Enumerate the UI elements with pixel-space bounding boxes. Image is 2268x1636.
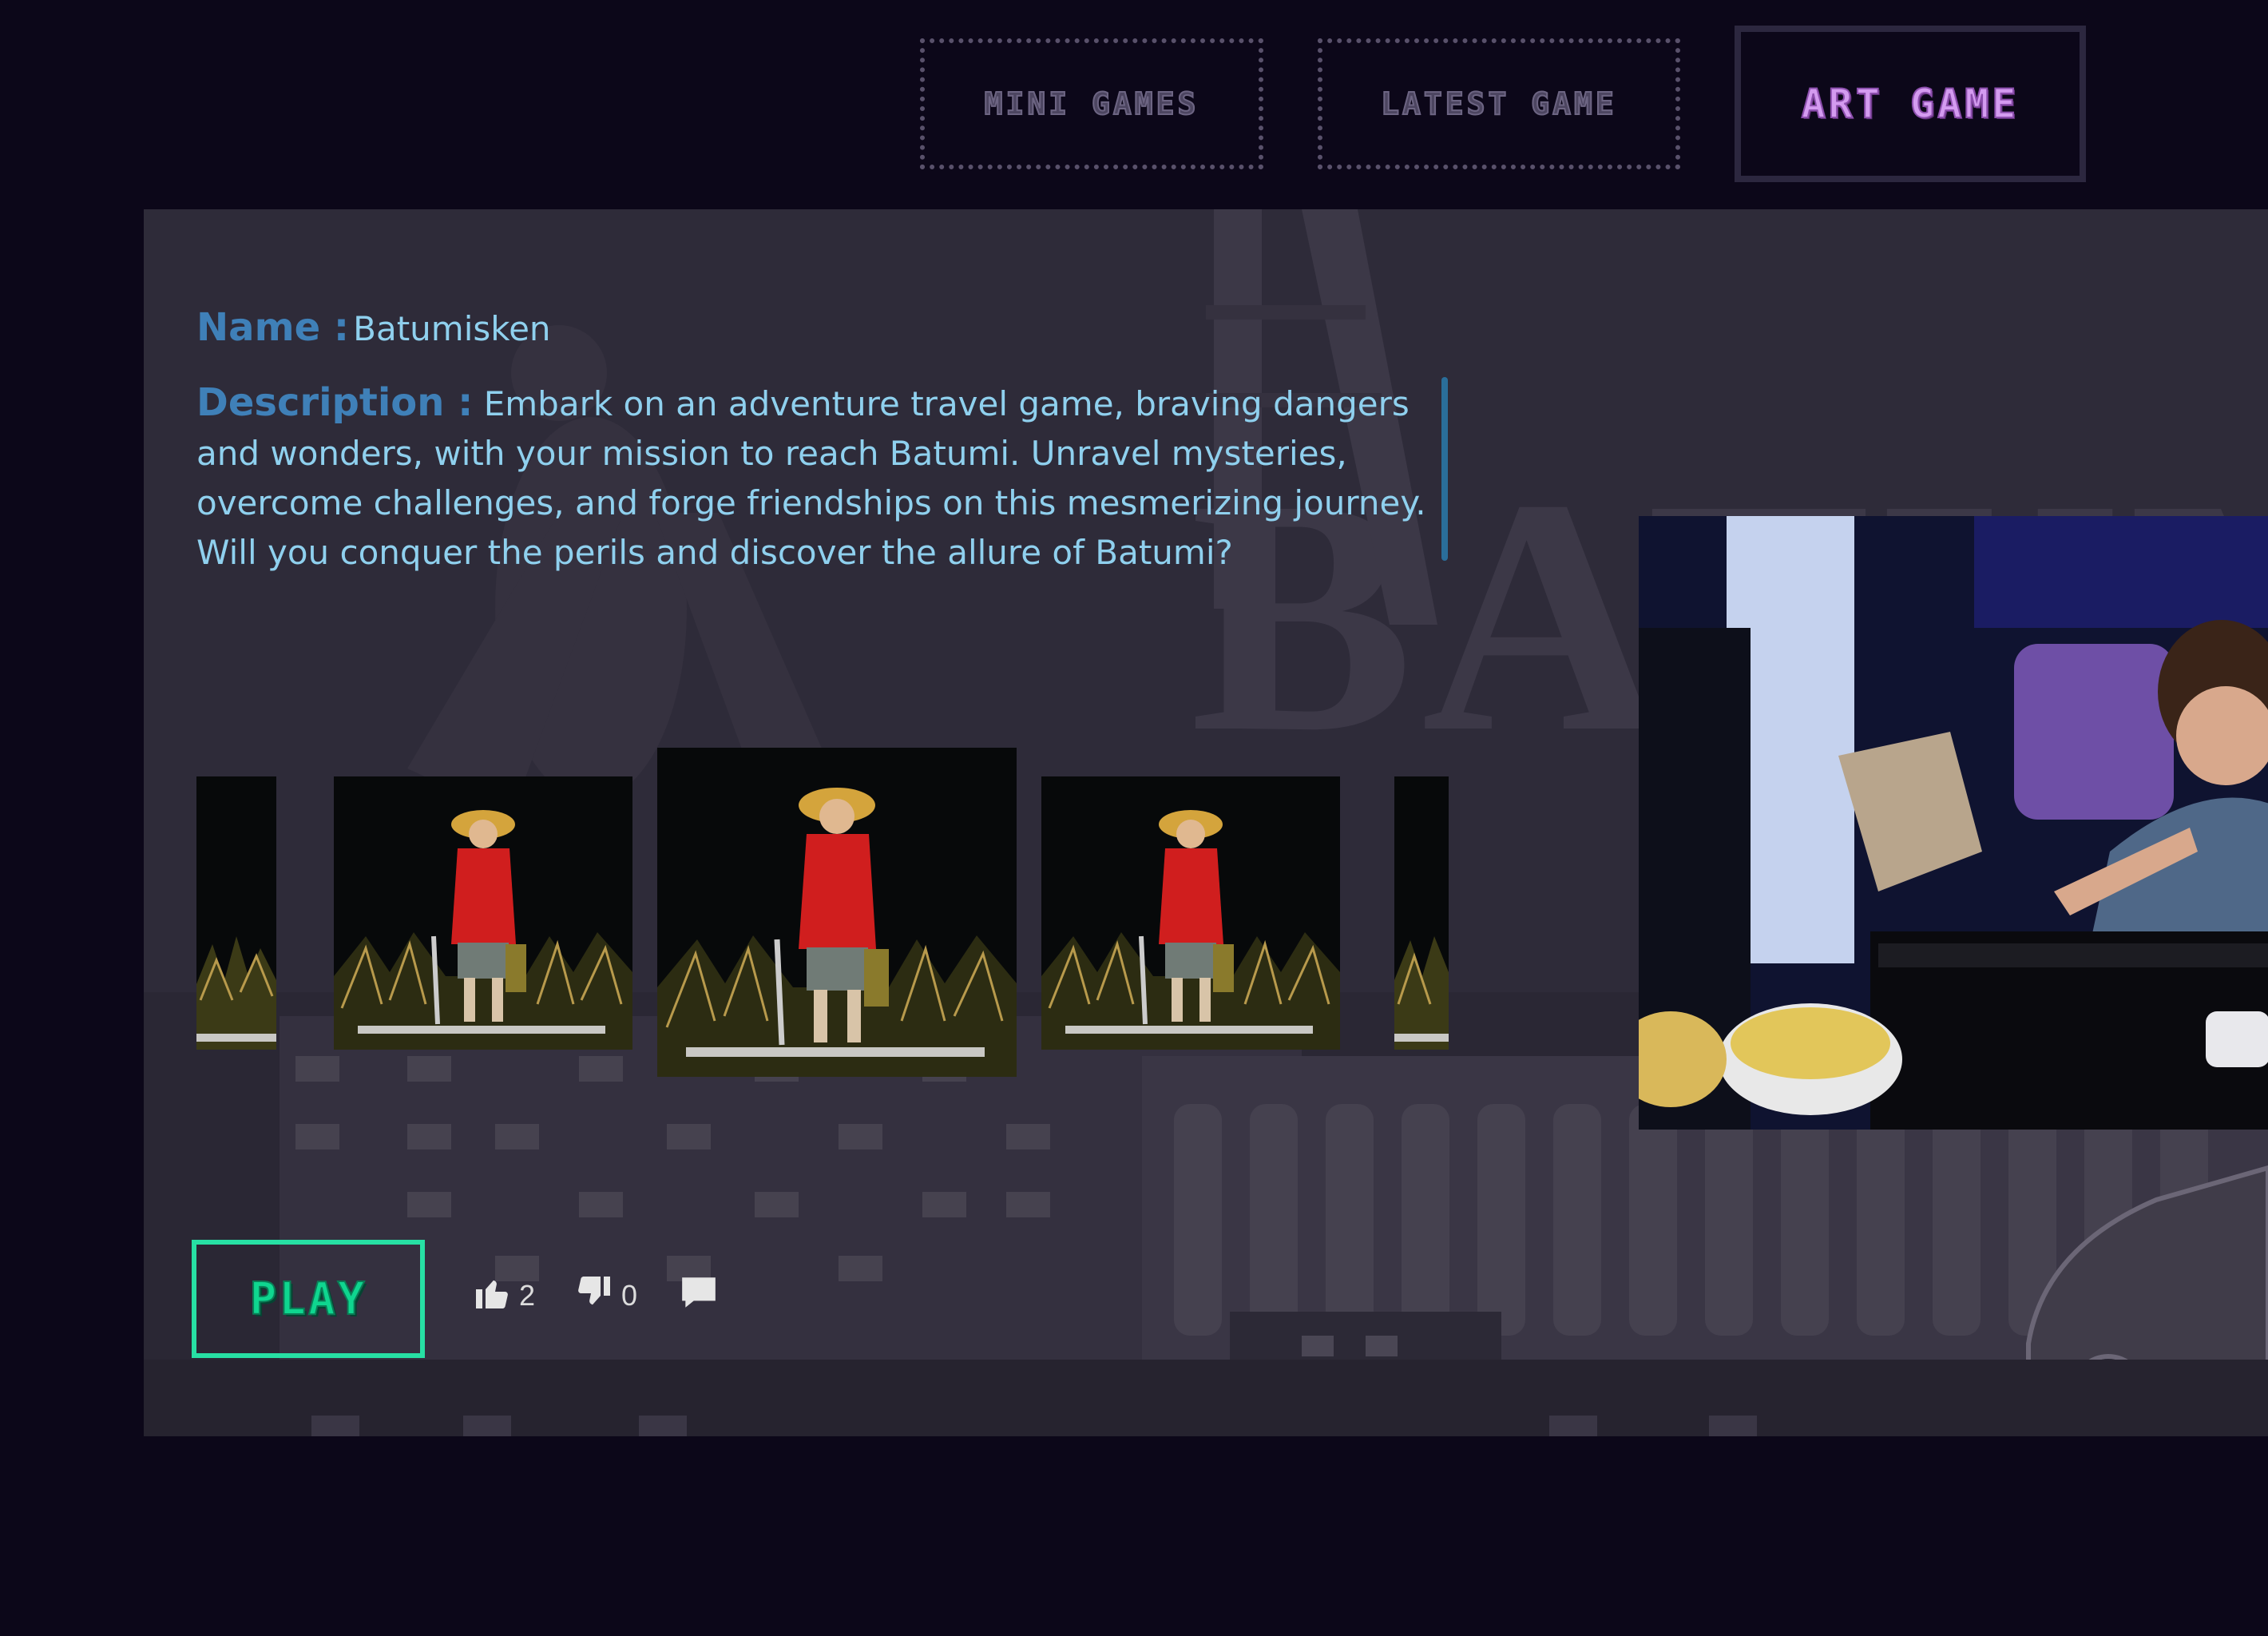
video-frame-image (1639, 516, 2268, 1130)
dislike-button[interactable]: 0 (575, 1272, 637, 1320)
gameplay-video[interactable] (1639, 516, 2268, 1130)
dislike-count: 0 (621, 1279, 638, 1312)
game-info: Name : Batumisken Description : Embark o… (196, 304, 1450, 578)
game-name: Batumisken (353, 309, 551, 348)
like-count: 2 (519, 1279, 536, 1312)
tab-art-game[interactable]: ART GAME (1735, 26, 2086, 182)
tab-latest-game[interactable]: LATEST GAME (1318, 38, 1680, 169)
comment-button[interactable] (679, 1272, 719, 1320)
carousel-thumb[interactable] (334, 776, 632, 1050)
thumbs-down-icon (575, 1273, 613, 1319)
comment-icon (679, 1273, 719, 1320)
game-description-row: Description : Embark on an adventure tra… (196, 378, 1450, 578)
carousel-thumb[interactable] (1041, 776, 1340, 1050)
play-button[interactable]: PLAY (192, 1240, 425, 1358)
name-label: Name : (196, 305, 350, 350)
game-name-row: Name : Batumisken (196, 304, 1450, 360)
thumbs-up-icon (473, 1273, 511, 1319)
carousel-thumb-partial-left[interactable] (196, 776, 276, 1050)
like-button[interactable]: 2 (473, 1272, 535, 1320)
description-label: Description : (196, 380, 474, 425)
carousel-thumb-partial-right[interactable] (1394, 776, 1449, 1050)
description-scrollbar[interactable] (1441, 377, 1448, 561)
tab-mini-games[interactable]: MINI GAMES (920, 38, 1263, 169)
carousel-thumb-selected[interactable] (657, 748, 1017, 1077)
game-hero-panel: BATUMISK (144, 209, 2268, 1436)
